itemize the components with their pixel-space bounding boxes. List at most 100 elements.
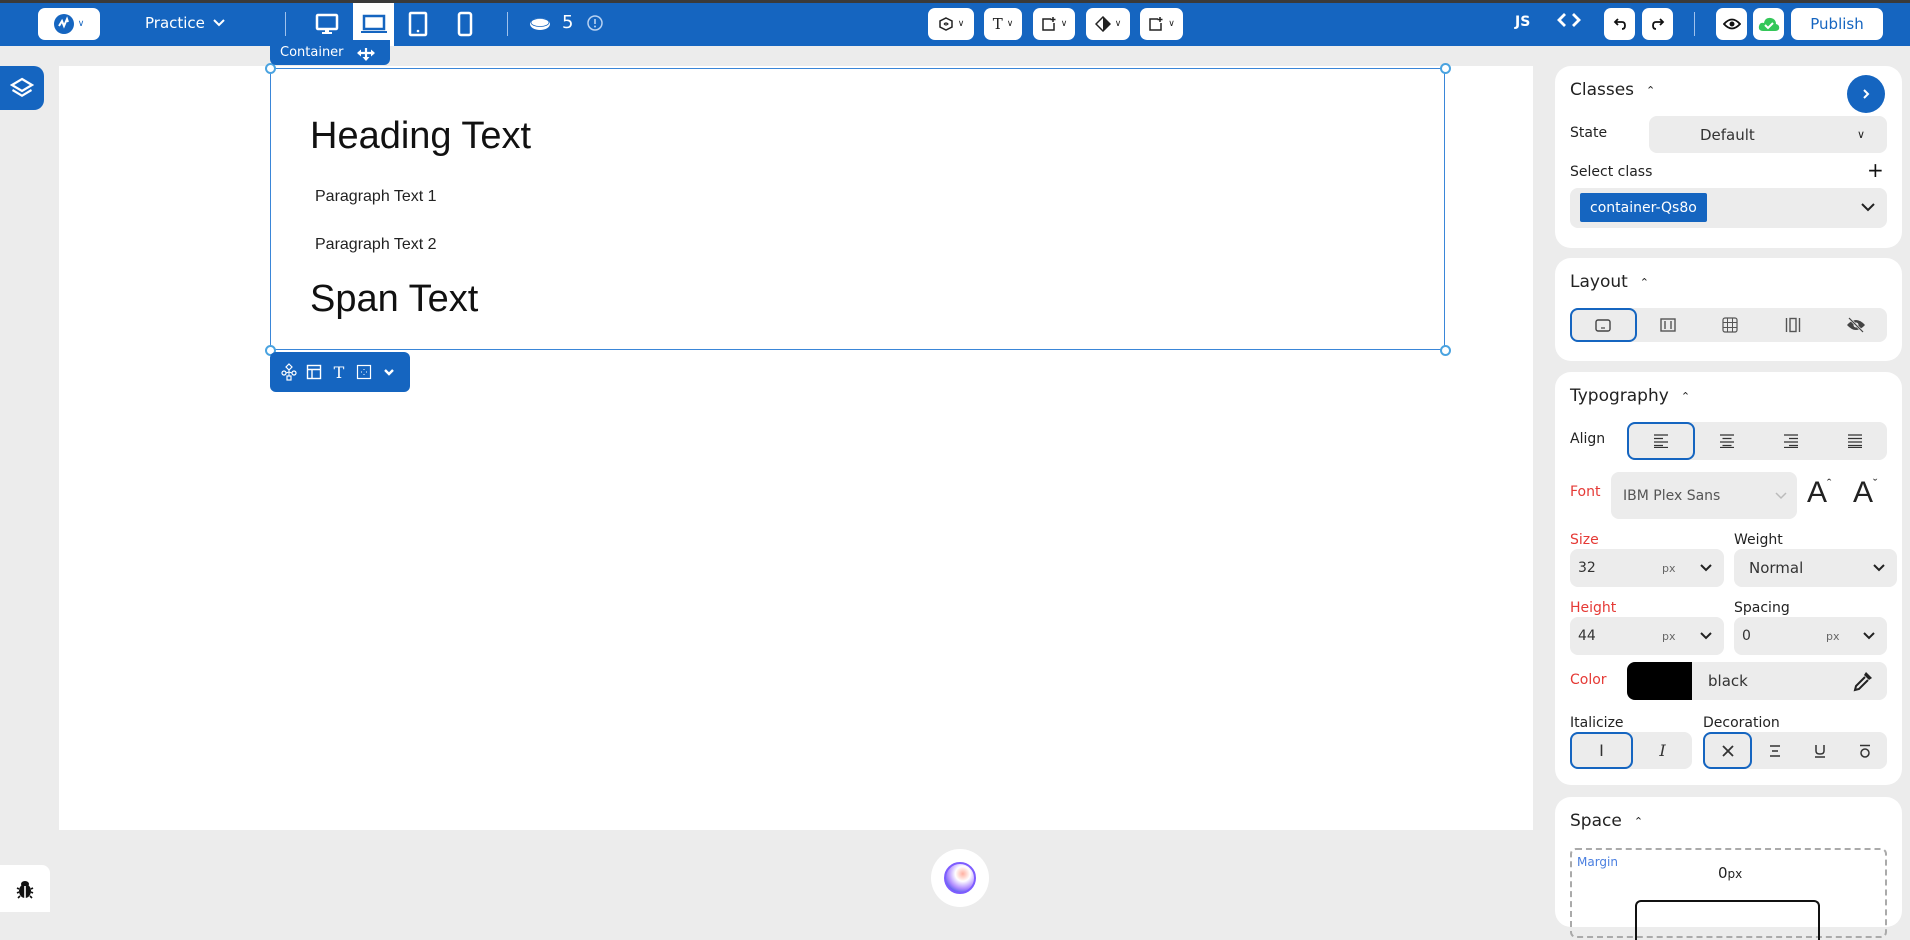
align-center-option[interactable] (1695, 422, 1759, 460)
font-size-unit[interactable]: px (1662, 562, 1676, 575)
class-chip[interactable]: container-Qs8o (1580, 193, 1707, 222)
display-none-option[interactable] (1824, 308, 1887, 342)
caret-down-icon: ˇ (1873, 476, 1878, 491)
section-title: Typography (1570, 386, 1669, 406)
add-class-button[interactable]: + (1867, 158, 1884, 182)
redo-button[interactable] (1642, 8, 1673, 40)
collapse-panel-button[interactable] (1847, 75, 1885, 113)
display-grid-option[interactable] (1699, 308, 1762, 342)
more-options-button[interactable] (380, 363, 398, 381)
chevron-down-icon (1863, 632, 1875, 640)
add-section-tool-button[interactable]: ∨ (1140, 8, 1183, 40)
space-header[interactable]: Space ⌃ (1570, 811, 1643, 831)
element-label-tag[interactable]: Container (270, 40, 390, 65)
margin-label: Margin (1577, 855, 1618, 869)
spacing-button[interactable] (355, 363, 373, 381)
components-tool-button[interactable]: ∨ (928, 8, 974, 40)
project-selector[interactable]: Practice (145, 14, 225, 32)
letter-spacing-input[interactable]: 0 px (1734, 617, 1887, 655)
plus-icon: + (1867, 158, 1884, 182)
weight-label: Weight (1734, 532, 1783, 548)
device-tablet-button[interactable] (406, 8, 430, 40)
overline-icon (1859, 744, 1870, 758)
strikethrough-icon (1769, 744, 1780, 757)
decoration-overline-option[interactable] (1842, 732, 1887, 769)
classes-header[interactable]: Classes ⌃ (1570, 80, 1655, 100)
letter-spacing-unit[interactable]: px (1826, 630, 1840, 643)
span-element[interactable]: Span Text (310, 278, 478, 321)
align-right-option[interactable] (1759, 422, 1823, 460)
resize-handle-top-right[interactable] (1440, 63, 1451, 74)
heading-element[interactable]: Heading Text (310, 115, 531, 158)
decoration-none-option[interactable] (1703, 732, 1752, 769)
layout-header[interactable]: Layout ⌃ (1570, 272, 1649, 292)
space-panel: Space ⌃ Margin 0px (1555, 797, 1902, 940)
add-element-tool-button[interactable]: ∨ (1033, 8, 1075, 40)
paragraph-element[interactable]: Paragraph Text 1 (315, 188, 437, 206)
line-height-input[interactable]: 44 px (1570, 617, 1724, 655)
tablet-icon (408, 11, 428, 37)
font-label: Font (1570, 484, 1601, 500)
align-justify-icon (1848, 434, 1862, 448)
divider (507, 12, 508, 36)
font-size-input[interactable]: 32 px (1570, 549, 1724, 587)
text-style-button[interactable]: T (330, 363, 348, 382)
font-family-select[interactable]: IBM Plex Sans (1611, 472, 1797, 519)
layers-panel-button[interactable] (0, 66, 44, 110)
contrast-tool-button[interactable]: ∨ (1086, 8, 1130, 40)
font-weight-select[interactable]: Normal (1734, 549, 1897, 587)
text-tool-button[interactable]: T ∨ (984, 8, 1022, 40)
font-family-value: IBM Plex Sans (1623, 487, 1721, 504)
align-center-icon (1720, 434, 1734, 448)
padding-box (1635, 900, 1820, 940)
publish-button[interactable]: Publish (1791, 8, 1883, 40)
decrease-font-size-button[interactable]: Aˇ (1853, 476, 1877, 510)
typography-header[interactable]: Typography ⌃ (1570, 386, 1690, 406)
undo-button[interactable] (1604, 8, 1635, 40)
ai-assistant-button[interactable] (931, 849, 989, 907)
credits-info-button[interactable] (586, 14, 604, 32)
font-style-italic-option[interactable]: I (1633, 732, 1692, 769)
device-mobile-button[interactable] (454, 8, 476, 40)
display-inline-option[interactable] (1762, 308, 1825, 342)
letter-spacing-value: 0 (1742, 628, 1751, 644)
state-select[interactable]: Default ∨ (1649, 116, 1887, 153)
move-icon[interactable] (356, 45, 376, 61)
preview-button[interactable] (1716, 8, 1747, 40)
chevron-down-icon (1873, 564, 1885, 572)
js-button[interactable]: JS (1515, 14, 1530, 30)
cloud-sync-button[interactable] (1753, 8, 1784, 40)
color-input[interactable]: black (1627, 662, 1887, 700)
display-flex-option[interactable] (1637, 308, 1700, 342)
eyedropper-icon[interactable] (1851, 669, 1875, 693)
decoration-underline-option[interactable] (1797, 732, 1842, 769)
line-height-unit[interactable]: px (1662, 630, 1676, 643)
add-box-icon (1149, 17, 1163, 31)
device-desktop-button[interactable] (313, 8, 341, 40)
align-justify-option[interactable] (1823, 422, 1887, 460)
decoration-line-through-option[interactable] (1752, 732, 1797, 769)
font-style-normal-option[interactable]: I (1570, 732, 1633, 769)
hierarchy-button[interactable] (280, 363, 298, 381)
debug-button[interactable] (0, 865, 50, 912)
align-left-option[interactable] (1627, 422, 1695, 460)
cloud-check-icon (1758, 17, 1779, 31)
class-select[interactable]: container-Qs8o (1570, 188, 1887, 228)
code-view-button[interactable] (1556, 10, 1582, 35)
margin-top-input[interactable]: 0px (1718, 864, 1742, 882)
chevron-down-icon: ∨ (77, 19, 85, 29)
chevron-up-icon: ⌃ (1639, 275, 1650, 289)
project-name: Practice (145, 14, 205, 32)
paragraph-element[interactable]: Paragraph Text 2 (315, 236, 437, 254)
color-swatch[interactable] (1627, 662, 1692, 700)
margin-box: Margin 0px (1570, 848, 1887, 940)
code-icon (1557, 13, 1581, 27)
chevron-down-icon: ∨ (957, 19, 965, 29)
layout-button[interactable] (305, 363, 323, 381)
resize-handle-bottom-right[interactable] (1440, 345, 1451, 356)
display-block-option[interactable] (1570, 308, 1637, 342)
app-menu-button[interactable]: ∨ (38, 8, 100, 40)
spacing-icon (356, 364, 372, 380)
increase-font-size-button[interactable]: Aˆ (1807, 476, 1831, 510)
underline-icon (1814, 744, 1825, 758)
